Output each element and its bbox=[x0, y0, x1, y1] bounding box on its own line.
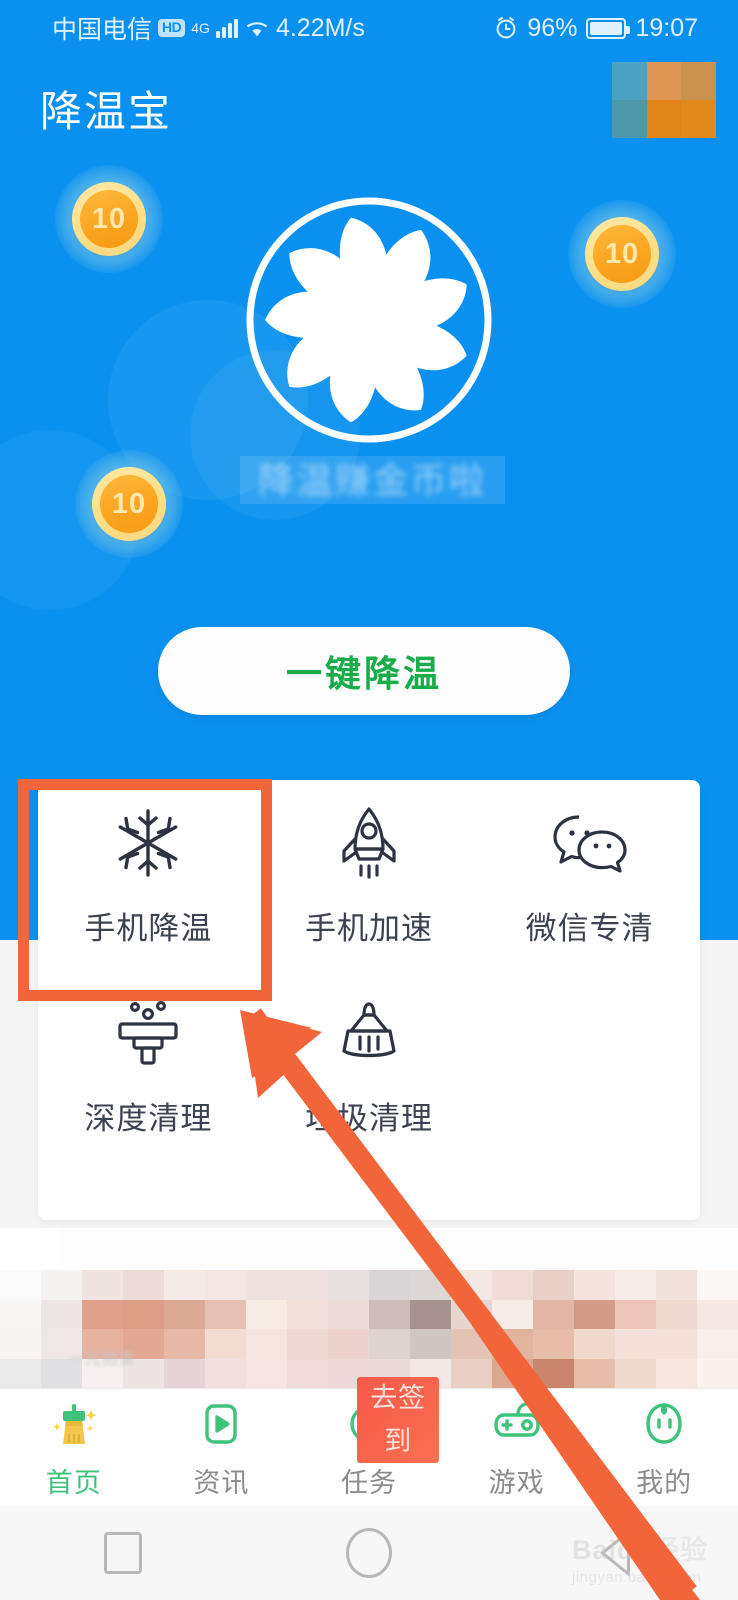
feature-wechat-clean[interactable]: 微信专清 bbox=[479, 780, 700, 970]
coin-ring: 10 bbox=[72, 182, 146, 256]
feature-label: 垃圾清理 bbox=[304, 1100, 433, 1136]
battery-icon bbox=[586, 17, 631, 39]
tab-label: 资讯 bbox=[193, 1468, 250, 1498]
alarm-icon bbox=[494, 16, 518, 40]
task-badge-line2: 到 bbox=[384, 1426, 413, 1456]
tab-label: 游戏 bbox=[488, 1468, 545, 1498]
phone-screen: 中国电信 HD 4G 4.22M/s 96% 19:07 降温宝 10 10 1… bbox=[0, 0, 738, 1600]
watermark-url: jingyan.baidu.com bbox=[572, 1569, 702, 1586]
broom-tab-icon bbox=[47, 1395, 101, 1451]
feature-junk-clean[interactable]: 垃圾清理 bbox=[259, 970, 480, 1160]
tab-tasks[interactable]: 去签 到 任务 bbox=[295, 1377, 443, 1506]
play-tab-icon bbox=[196, 1395, 246, 1451]
broom-icon bbox=[331, 993, 407, 1071]
signal-bars-icon bbox=[215, 18, 238, 38]
network-type-label: 4G bbox=[191, 20, 210, 36]
ad-banner-top bbox=[60, 1228, 738, 1270]
blurred-promo-text: 降温赚金币啦 bbox=[240, 450, 505, 512]
tab-mine[interactable]: 我的 bbox=[590, 1389, 738, 1506]
coin-reward[interactable]: 10 bbox=[568, 200, 676, 308]
coin-value: 10 bbox=[100, 475, 158, 533]
coin-reward[interactable]: 10 bbox=[55, 165, 163, 273]
coin-reward[interactable]: 10 bbox=[75, 450, 183, 558]
carrier-label: 中国电信 bbox=[52, 16, 153, 44]
feature-label: 手机加速 bbox=[304, 910, 433, 946]
deep-clean-icon bbox=[108, 993, 188, 1071]
tab-games[interactable]: 游戏 bbox=[443, 1389, 591, 1506]
hd-badge: HD bbox=[158, 19, 186, 37]
rocket-icon bbox=[331, 803, 407, 881]
fan-icon[interactable] bbox=[245, 196, 493, 444]
gamepad-tab-icon bbox=[488, 1395, 546, 1451]
mosaic-overlay bbox=[0, 1270, 738, 1388]
face-tab-icon bbox=[637, 1395, 691, 1451]
clock-label: 19:07 bbox=[635, 13, 698, 42]
feature-phone-boost[interactable]: 手机加速 bbox=[259, 780, 480, 970]
feature-label: 微信专清 bbox=[525, 910, 654, 946]
wifi-icon bbox=[244, 18, 270, 38]
wechat-icon bbox=[549, 803, 631, 881]
tab-news[interactable]: 资讯 bbox=[148, 1389, 296, 1506]
battery-percent-label: 96% bbox=[527, 13, 578, 42]
mosaic-mask bbox=[240, 456, 505, 504]
watermark-suffix: 经验 bbox=[652, 1535, 709, 1565]
page-title: 降温宝 bbox=[40, 88, 173, 135]
tab-label: 任务 bbox=[340, 1468, 397, 1498]
watermark-main: Baidu经验 bbox=[572, 1528, 708, 1567]
watermark: Baidu经验 jingyan.baidu.com bbox=[572, 1528, 708, 1586]
recents-square-icon[interactable] bbox=[104, 1532, 142, 1574]
status-bar: 中国电信 HD 4G 4.22M/s 96% 19:07 bbox=[0, 0, 738, 56]
coin-ring: 10 bbox=[92, 467, 166, 541]
network-speed-label: 4.22M/s bbox=[275, 13, 365, 42]
ad-blurred-caption: 一元拍卖 bbox=[68, 1351, 137, 1368]
home-circle-icon[interactable] bbox=[346, 1528, 392, 1578]
bottom-tab-bar: 首页 资讯 去签 到 任务 游戏 我的 bbox=[0, 1377, 738, 1506]
coin-value: 10 bbox=[593, 225, 651, 283]
tab-home[interactable]: 首页 bbox=[0, 1389, 148, 1506]
annotation-highlight-box bbox=[18, 779, 272, 1001]
tab-label: 我的 bbox=[636, 1468, 693, 1498]
coin-ring: 10 bbox=[585, 217, 659, 291]
feature-label: 深度清理 bbox=[84, 1100, 213, 1136]
coin-value: 10 bbox=[80, 190, 138, 248]
tab-label: 首页 bbox=[45, 1468, 102, 1498]
mosaic-badge[interactable] bbox=[612, 62, 716, 138]
task-badge[interactable]: 去签 到 bbox=[357, 1377, 440, 1463]
watermark-brand: Baidu bbox=[572, 1535, 653, 1565]
task-badge-line1: 去签 bbox=[370, 1383, 427, 1413]
one-key-cool-button[interactable]: 一键降温 bbox=[158, 627, 570, 715]
